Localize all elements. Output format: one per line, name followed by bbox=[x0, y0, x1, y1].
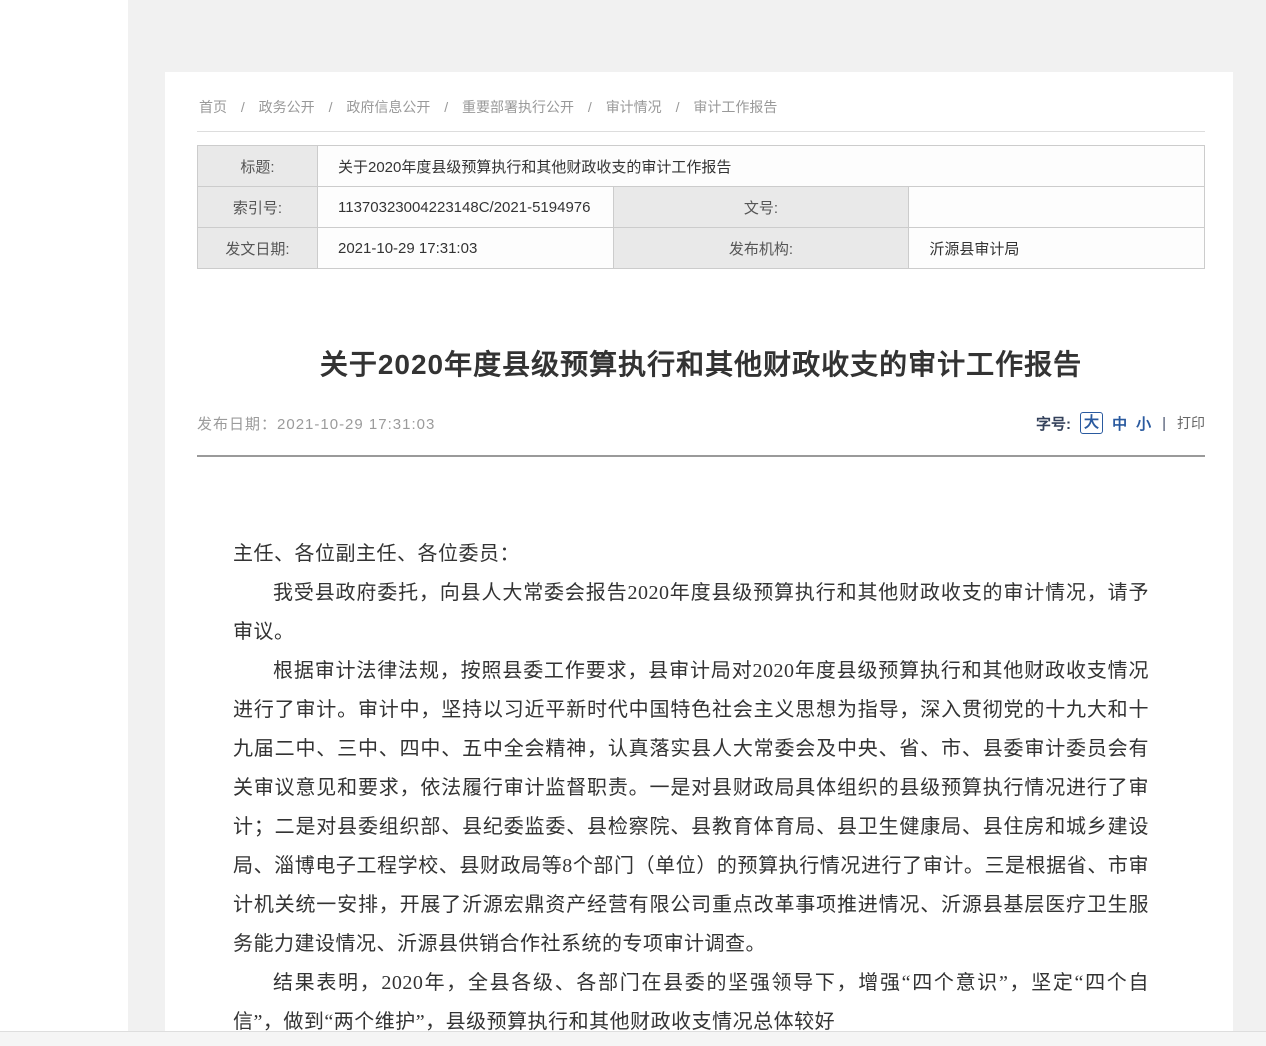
title-value-cell: 关于2020年度县级预算执行和其他财政收支的审计工作报告 bbox=[318, 146, 1205, 187]
paragraph: 根据审计法律法规，按照县委工作要求，县审计局对2020年度县级预算执行和其他财政… bbox=[233, 652, 1149, 964]
font-size-controls: 字号: 大 中 小 | 打印 bbox=[1036, 412, 1205, 434]
issue-date-value-cell: 2021-10-29 17:31:03 bbox=[318, 228, 614, 269]
content-card: 首页 / 政务公开 / 政府信息公开 / 重要部署执行公开 / 审计情况 / 审… bbox=[165, 72, 1233, 1031]
document-info-table: 标题: 关于2020年度县级预算执行和其他财政收支的审计工作报告 索引号: 11… bbox=[197, 145, 1205, 269]
breadcrumb-gov-affairs[interactable]: 政务公开 bbox=[259, 99, 315, 115]
doc-number-label-cell: 文号: bbox=[613, 187, 909, 228]
font-size-small-button[interactable]: 小 bbox=[1136, 413, 1151, 434]
index-number-label-cell: 索引号: bbox=[198, 187, 318, 228]
breadcrumb-separator: / bbox=[676, 99, 680, 115]
doc-number-value-cell bbox=[909, 187, 1205, 228]
paragraph-salutation: 主任、各位副主任、各位委员： bbox=[233, 535, 1149, 574]
agency-value-cell: 沂源县审计局 bbox=[909, 228, 1205, 269]
breadcrumb-separator: / bbox=[241, 99, 245, 115]
agency-label-cell: 发布机构: bbox=[613, 228, 909, 269]
breadcrumb: 首页 / 政务公开 / 政府信息公开 / 重要部署执行公开 / 审计情况 / 审… bbox=[197, 90, 1205, 132]
font-size-label: 字号: bbox=[1036, 413, 1071, 434]
article-meta-row: 发布日期：2021-10-29 17:31:03 字号: 大 中 小 | 打印 bbox=[197, 412, 1205, 444]
font-size-medium-button[interactable]: 中 bbox=[1112, 413, 1127, 434]
footer-band bbox=[0, 1031, 1266, 1046]
breadcrumb-separator: / bbox=[588, 99, 592, 115]
page-background-panel: 首页 / 政务公开 / 政府信息公开 / 重要部署执行公开 / 审计情况 / 审… bbox=[128, 0, 1266, 1031]
print-button[interactable]: 打印 bbox=[1177, 413, 1205, 433]
breadcrumb-home[interactable]: 首页 bbox=[199, 99, 227, 115]
paragraph: 我受县政府委托，向县人大常委会报告2020年度县级预算执行和其他财政收支的审计情… bbox=[233, 574, 1149, 652]
breadcrumb-separator: / bbox=[444, 99, 448, 115]
publish-date-value: 2021-10-29 17:31:03 bbox=[277, 416, 435, 433]
font-size-large-button[interactable]: 大 bbox=[1080, 412, 1103, 434]
publish-date: 发布日期：2021-10-29 17:31:03 bbox=[197, 413, 435, 434]
table-row: 索引号: 11370323004223148C/2021-5194976 文号: bbox=[198, 187, 1205, 228]
breadcrumb-audit-status[interactable]: 审计情况 bbox=[606, 99, 662, 115]
divider: | bbox=[1162, 415, 1166, 432]
page-title: 关于2020年度县级预算执行和其他财政收支的审计工作报告 bbox=[197, 343, 1205, 383]
breadcrumb-key-deployment[interactable]: 重要部署执行公开 bbox=[462, 99, 574, 115]
table-row: 标题: 关于2020年度县级预算执行和其他财政收支的审计工作报告 bbox=[198, 146, 1205, 187]
breadcrumb-gov-info[interactable]: 政府信息公开 bbox=[346, 99, 430, 115]
publish-date-label: 发布日期： bbox=[197, 416, 277, 433]
index-number-value-cell: 11370323004223148C/2021-5194976 bbox=[318, 187, 614, 228]
title-divider-rule bbox=[197, 455, 1205, 457]
page: 首页 / 政务公开 / 政府信息公开 / 重要部署执行公开 / 审计情况 / 审… bbox=[0, 0, 1266, 1046]
issue-date-label-cell: 发文日期: bbox=[198, 228, 318, 269]
article-body: 主任、各位副主任、各位委员： 我受县政府委托，向县人大常委会报告2020年度县级… bbox=[233, 535, 1149, 1042]
breadcrumb-separator: / bbox=[329, 99, 333, 115]
table-row: 发文日期: 2021-10-29 17:31:03 发布机构: 沂源县审计局 bbox=[198, 228, 1205, 269]
breadcrumb-audit-report[interactable]: 审计工作报告 bbox=[693, 99, 777, 115]
title-label-cell: 标题: bbox=[198, 146, 318, 187]
